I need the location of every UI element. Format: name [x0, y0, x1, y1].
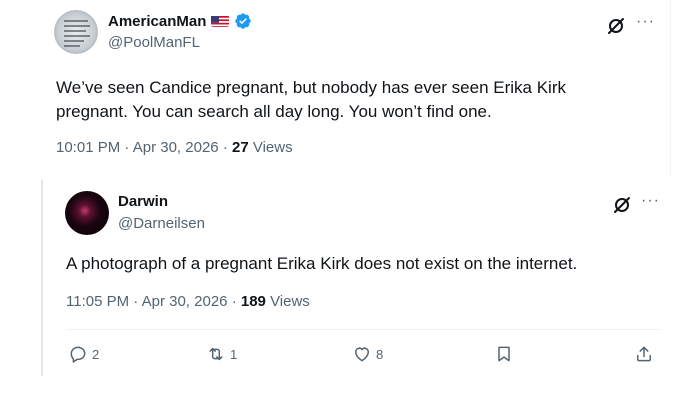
grok-icon[interactable]: [606, 16, 626, 36]
quoted-tweet-meta: 11:05 PM · Apr 30, 2026 · 189 Views: [66, 293, 310, 310]
quoted-views-label: Views: [270, 293, 310, 310]
quoted-views-count[interactable]: 189: [241, 293, 266, 310]
more-icon[interactable]: ···: [641, 192, 660, 210]
views-label: Views: [252, 139, 293, 156]
tweet-text: We’ve seen Candice pregnant, but nobody …: [56, 78, 566, 121]
repost-button[interactable]: 1: [206, 344, 237, 364]
reply-button[interactable]: 2: [68, 344, 99, 364]
quoted-tweet-time[interactable]: 11:05 PM: [66, 293, 129, 310]
thread-line: [41, 180, 43, 376]
meta-separator: ·: [124, 139, 133, 156]
bookmark-icon: [498, 346, 510, 362]
quoted-author-handle[interactable]: @Darneilsen: [118, 215, 205, 232]
main-tweet[interactable]: AmericanMan @PoolManFL ··· We’ve seen Ca…: [0, 0, 700, 178]
reply-icon: [70, 346, 86, 363]
grok-icon[interactable]: [612, 195, 632, 215]
quoted-tweet-text: A photograph of a pregnant Erika Kirk do…: [66, 254, 578, 273]
more-icon[interactable]: ···: [636, 13, 655, 31]
tweet-meta: 10:01 PM · Apr 30, 2026 · 27 Views: [56, 139, 293, 156]
meta-separator: ·: [222, 139, 232, 156]
action-divider: [66, 329, 660, 330]
quoted-author-avatar[interactable]: [65, 191, 109, 235]
author-avatar[interactable]: [54, 10, 98, 54]
views-count[interactable]: 27: [232, 139, 249, 156]
share-icon: [637, 346, 651, 362]
author-handle[interactable]: @PoolManFL: [108, 34, 200, 51]
share-button[interactable]: [634, 344, 654, 364]
reply-count: 2: [92, 346, 100, 362]
like-button[interactable]: 8: [352, 344, 383, 364]
meta-separator: ·: [133, 293, 142, 310]
meta-separator: ·: [231, 293, 241, 310]
bookmark-button[interactable]: [494, 344, 514, 364]
repost-count: 1: [230, 346, 238, 362]
like-count: 8: [376, 346, 384, 362]
author-display-name[interactable]: AmericanMan: [108, 13, 206, 30]
tweet-time[interactable]: 10:01 PM: [56, 139, 120, 156]
tweet-page: AmericanMan @PoolManFL ··· We’ve seen Ca…: [0, 0, 700, 400]
quoted-tweet-date[interactable]: Apr 30, 2026: [142, 293, 228, 310]
column-border: [670, 0, 671, 176]
author-name-row: AmericanMan: [108, 12, 252, 30]
repost-icon: [209, 347, 223, 361]
verified-badge-icon[interactable]: [234, 12, 252, 30]
tweet-date[interactable]: Apr 30, 2026: [133, 139, 219, 156]
us-flag-icon: [211, 15, 230, 27]
heart-icon: [355, 347, 369, 362]
quoted-author-display-name[interactable]: Darwin: [118, 193, 168, 210]
